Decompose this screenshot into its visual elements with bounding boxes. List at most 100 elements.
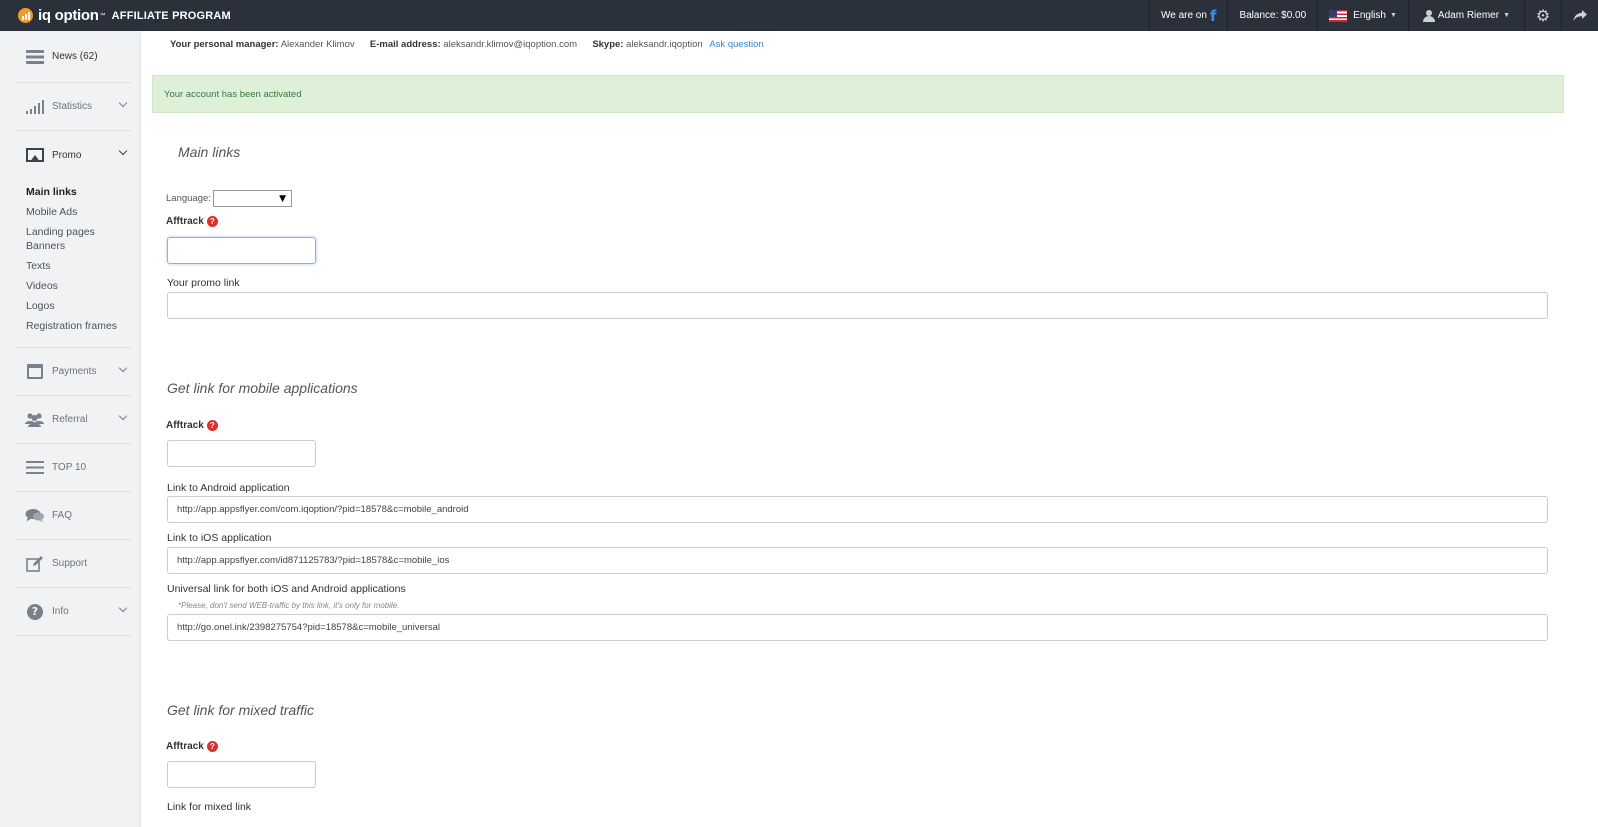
edit-icon — [25, 555, 45, 572]
language-label: Language: — [166, 193, 211, 204]
top-right-menu: We are on f Balance: $0.00 English ▼ Ada… — [1148, 0, 1598, 31]
afftrack-label-mixed: Afftrack ? — [166, 741, 218, 752]
sidebar-item-referral[interactable]: Referral — [15, 396, 132, 444]
promo-link-input[interactable] — [167, 292, 1548, 319]
afftrack-input-main[interactable] — [167, 237, 316, 264]
alert-text: Your account has been activated — [164, 88, 302, 100]
logout-button[interactable] — [1561, 0, 1598, 31]
submenu-registration-frames[interactable]: Registration frames — [26, 319, 132, 333]
list-icon — [25, 460, 45, 476]
submenu-texts[interactable]: Texts — [26, 259, 132, 273]
sidebar-item-statistics[interactable]: Statistics — [15, 83, 132, 131]
mobile-links-title: Get link for mobile applications — [167, 380, 358, 396]
sidebar-item-payments[interactable]: Payments — [15, 348, 132, 396]
email-label: E-mail address: — [369, 39, 441, 50]
chevron-down-icon — [118, 363, 128, 373]
android-link-input[interactable] — [167, 496, 1548, 523]
afftrack-input-mobile[interactable] — [167, 440, 316, 467]
success-alert: Your account has been activated — [152, 75, 1564, 113]
afftrack-label-main: Afftrack ? — [166, 216, 218, 227]
submenu-logos[interactable]: Logos — [26, 299, 132, 313]
manager-label: Your personal manager: — [170, 39, 279, 50]
manager-email: aleksandr.klimov@iqoption.com — [443, 39, 578, 50]
sidebar-item-info[interactable]: ? Info — [15, 588, 132, 636]
help-icon[interactable]: ? — [206, 216, 218, 227]
afftrack-input-mixed[interactable] — [167, 761, 316, 788]
main-links-title: Main links — [178, 144, 241, 160]
balance: Balance: $0.00 — [1227, 0, 1317, 31]
bar-chart-icon — [25, 99, 45, 115]
manager-skype: aleksandr.iqoption — [626, 39, 703, 50]
language-select[interactable]: ▼ — [213, 190, 292, 207]
balance-label: Balance: $0.00 — [1239, 10, 1307, 21]
facebook-icon[interactable]: f — [1210, 7, 1217, 25]
news-icon — [25, 49, 45, 65]
sidebar-item-label: FAQ — [52, 510, 73, 521]
settings-button[interactable]: ⚙ — [1524, 0, 1561, 31]
help-icon[interactable]: ? — [206, 741, 218, 752]
submenu-mobile-ads[interactable]: Mobile Ads — [26, 205, 132, 219]
caret-down-icon: ▼ — [1503, 12, 1510, 19]
ios-link-input[interactable] — [167, 547, 1548, 574]
submenu-banners[interactable]: Banners — [26, 239, 132, 253]
sidebar-item-top10[interactable]: TOP 10 — [15, 444, 132, 492]
chevron-down-icon — [118, 98, 128, 108]
submenu-landing-pages[interactable]: Landing pages — [26, 225, 132, 239]
universal-link-input[interactable] — [167, 614, 1548, 641]
promo-submenu: Main links Mobile Ads Landing pages Bann… — [15, 179, 132, 348]
sidebar-item-label: News (62) — [52, 51, 98, 62]
sidebar-item-news[interactable]: News (62) — [15, 31, 132, 83]
language-label: English — [1353, 10, 1386, 21]
sidebar-item-support[interactable]: Support — [15, 540, 132, 588]
promo-link-label: Your promo link — [167, 277, 240, 289]
question-circle-icon: ? — [25, 603, 45, 620]
iq-option-logo-icon — [18, 8, 33, 23]
logo[interactable]: iq option ™ AFFILIATE PROGRAM — [0, 0, 231, 31]
share-arrow-icon — [1573, 9, 1587, 21]
afftrack-label-mobile: Afftrack ? — [166, 420, 218, 431]
sidebar-item-label: Support — [52, 558, 88, 569]
sidebar-item-label: Statistics — [52, 101, 93, 112]
main-content: Your personal manager: Alexander Klimov … — [152, 31, 1564, 827]
user-icon — [1422, 9, 1435, 22]
top-bar: iq option ™ AFFILIATE PROGRAM We are on … — [0, 0, 1598, 31]
sidebar-item-label: Referral — [52, 414, 88, 425]
ios-link-label: Link to iOS application — [167, 532, 272, 544]
logo-tm: ™ — [99, 12, 106, 19]
sidebar-item-label: TOP 10 — [52, 462, 87, 473]
submenu-main-links[interactable]: Main links — [26, 185, 132, 199]
gear-icon: ⚙ — [1535, 6, 1551, 25]
mixed-links-title: Get link for mixed traffic — [167, 702, 315, 718]
caret-down-icon: ▼ — [279, 193, 286, 204]
submenu-videos[interactable]: Videos — [26, 279, 132, 293]
sidebar-item-label: Payments — [52, 366, 97, 377]
android-link-label: Link to Android application — [167, 482, 290, 494]
we-are-on-facebook[interactable]: We are on f — [1148, 0, 1227, 31]
skype-label: Skype: — [592, 39, 624, 50]
chevron-down-icon — [118, 146, 128, 156]
caret-down-icon: ▼ — [1389, 12, 1397, 19]
manager-name: Alexander Klimov — [280, 39, 355, 50]
users-icon — [25, 412, 45, 428]
personal-manager-bar: Your personal manager: Alexander Klimov … — [170, 39, 764, 50]
logo-subtitle: AFFILIATE PROGRAM — [111, 9, 231, 22]
user-name: Adam Riemer — [1437, 10, 1500, 21]
chevron-down-icon — [118, 603, 128, 613]
sidebar-item-label: Promo — [52, 149, 82, 161]
help-icon[interactable]: ? — [206, 420, 218, 431]
sidebar-item-promo[interactable]: Promo — [15, 131, 132, 179]
mixed-link-label: Link for mixed link — [167, 801, 252, 813]
language-dropdown[interactable]: English ▼ — [1317, 0, 1408, 31]
sidebar-item-faq[interactable]: FAQ — [15, 492, 132, 540]
universal-link-label: Universal link for both iOS and Android … — [167, 583, 406, 595]
user-dropdown[interactable]: Adam Riemer ▼ — [1407, 0, 1524, 31]
logo-text: iq option — [38, 7, 99, 24]
we-are-on-label: We are on — [1160, 10, 1207, 21]
sidebar-item-label: Info — [52, 606, 69, 617]
calendar-icon — [25, 364, 45, 380]
ask-question-link[interactable]: Ask question — [709, 39, 763, 50]
image-icon — [25, 147, 45, 163]
comments-icon — [25, 508, 45, 524]
us-flag-icon — [1329, 9, 1348, 22]
sidebar: News (62) Statistics Promo Main links Mo… — [0, 31, 141, 827]
